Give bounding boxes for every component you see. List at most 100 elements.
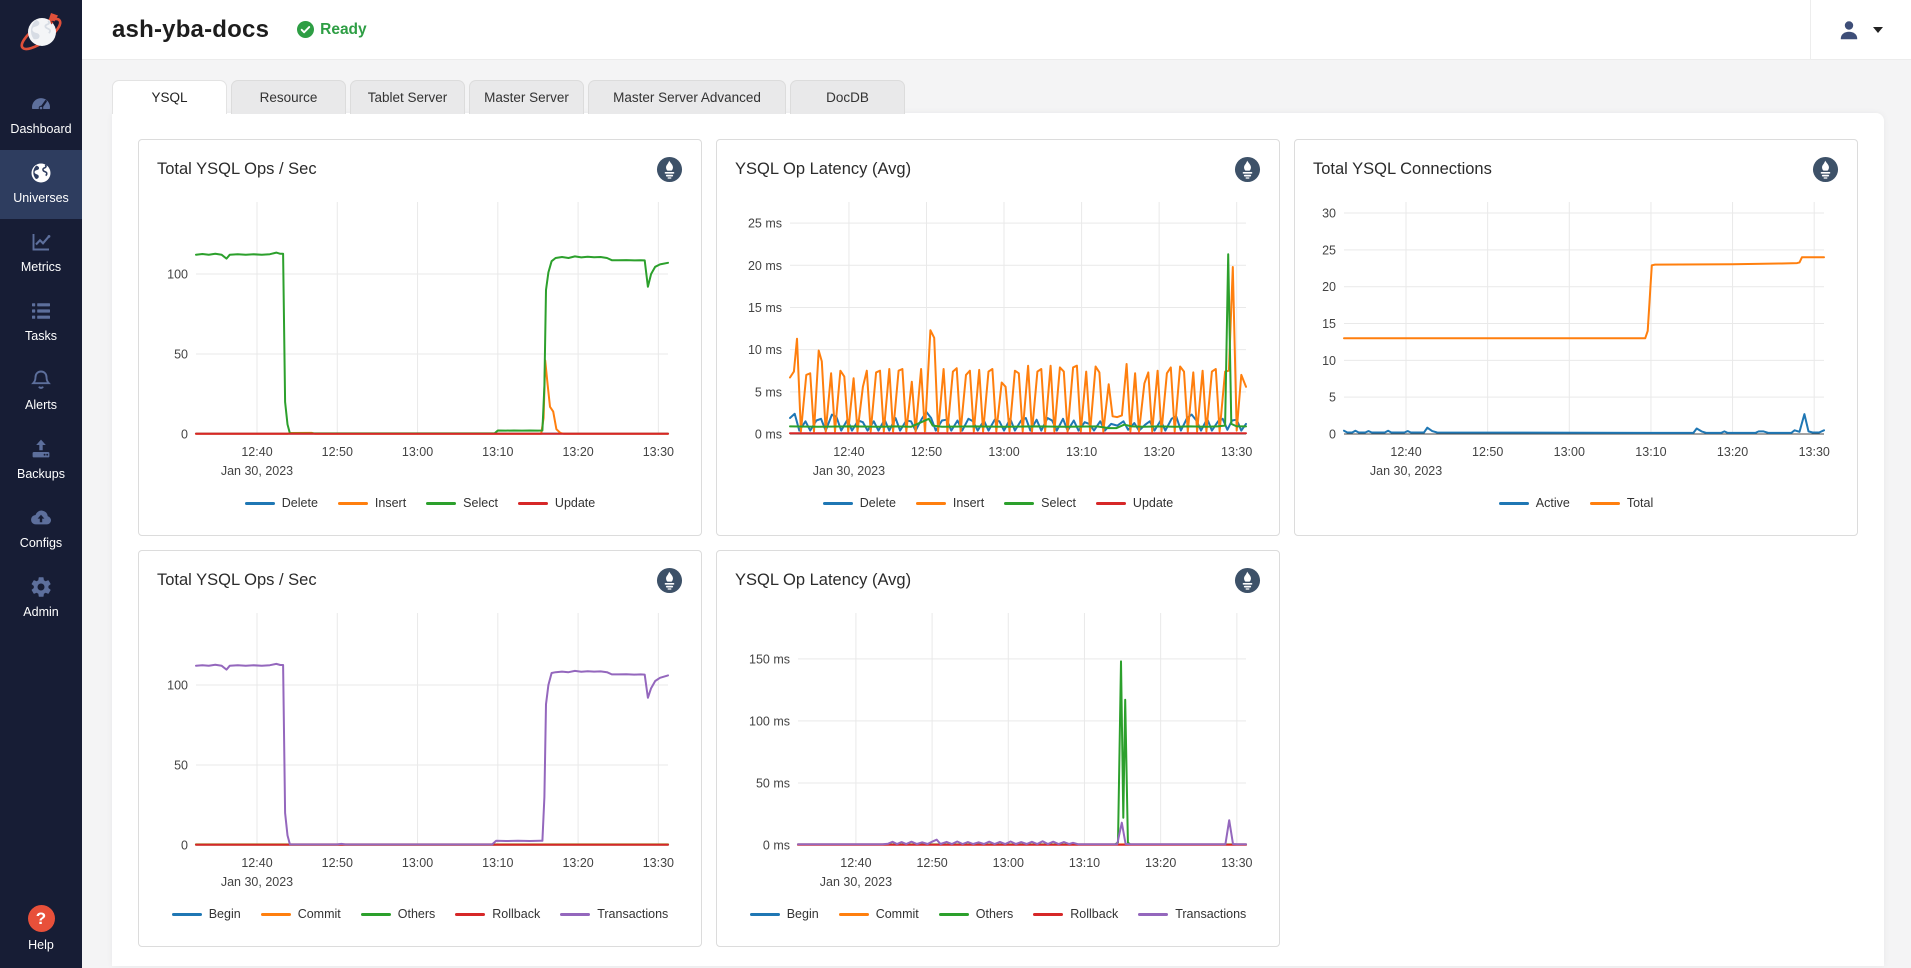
prometheus-icon[interactable]	[1812, 156, 1839, 188]
svg-text:12:40: 12:40	[1390, 445, 1421, 459]
prometheus-icon[interactable]	[1234, 156, 1261, 188]
sidebar-item-configs[interactable]: Configs	[0, 495, 82, 564]
svg-text:13:30: 13:30	[1799, 445, 1830, 459]
legend-swatch	[1033, 913, 1063, 916]
check-circle-icon	[297, 21, 314, 38]
legend-label: Commit	[298, 907, 341, 921]
configs-cloud-icon	[0, 506, 82, 530]
sidebar-item-label: Metrics	[21, 260, 61, 274]
legend-item-others[interactable]: Others	[939, 907, 1014, 921]
legend-item-begin[interactable]: Begin	[750, 907, 819, 921]
legend-swatch	[939, 913, 969, 916]
legend-swatch	[338, 502, 368, 505]
admin-gear-icon	[0, 575, 82, 599]
legend-item-select[interactable]: Select	[1004, 496, 1076, 510]
chart-legend: Begin Commit Others Rollback Transactions	[735, 907, 1261, 921]
chart-title: YSQL Op Latency (Avg)	[735, 567, 911, 590]
legend-item-transactions[interactable]: Transactions	[560, 907, 668, 921]
sidebar-nav: Dashboard Universes Metrics Tasks	[0, 81, 82, 633]
sidebar-item-admin[interactable]: Admin	[0, 564, 82, 633]
tab-docdb[interactable]: DocDB	[790, 80, 905, 114]
legend-label: Rollback	[1070, 907, 1118, 921]
svg-text:Jan 30, 2023: Jan 30, 2023	[820, 875, 892, 889]
yugabyte-logo-icon[interactable]	[14, 0, 68, 81]
tab-ysql[interactable]: YSQL	[112, 80, 227, 114]
legend-item-update[interactable]: Update	[1096, 496, 1173, 510]
svg-text:13:20: 13:20	[562, 445, 593, 459]
legend-item-commit[interactable]: Commit	[261, 907, 341, 921]
sidebar-item-backups[interactable]: Backups	[0, 426, 82, 495]
legend-item-commit[interactable]: Commit	[839, 907, 919, 921]
svg-text:13:20: 13:20	[562, 856, 593, 870]
legend-item-others[interactable]: Others	[361, 907, 436, 921]
legend-item-rollback[interactable]: Rollback	[455, 907, 540, 921]
tab-master-server[interactable]: Master Server	[469, 80, 584, 114]
svg-text:5 ms: 5 ms	[755, 385, 782, 399]
sidebar-item-alerts[interactable]: Alerts	[0, 357, 82, 426]
caret-down-icon	[1873, 27, 1883, 33]
legend-label: Begin	[787, 907, 819, 921]
svg-text:100: 100	[167, 268, 188, 282]
legend-item-transactions[interactable]: Transactions	[1138, 907, 1246, 921]
svg-text:0: 0	[1329, 428, 1336, 442]
universe-header: ash-yba-docs Ready	[82, 0, 1911, 60]
legend-swatch	[426, 502, 456, 505]
prometheus-icon[interactable]	[656, 567, 683, 599]
legend-item-begin[interactable]: Begin	[172, 907, 241, 921]
chart-title: Total YSQL Connections	[1313, 156, 1492, 179]
sidebar-item-label: Help	[28, 938, 54, 952]
svg-text:10: 10	[1322, 354, 1336, 368]
legend-label: Delete	[282, 496, 318, 510]
metrics-panel: Total YSQL Ops / Sec 05010012:40Jan 30, …	[112, 113, 1884, 966]
chart-ysql-op-latency: YSQL Op Latency (Avg) 0 ms5 ms10 ms15 ms…	[716, 139, 1280, 536]
legend-item-active[interactable]: Active	[1499, 496, 1570, 510]
legend-label: Insert	[953, 496, 984, 510]
prometheus-icon[interactable]	[656, 156, 683, 188]
sidebar-item-help[interactable]: ? Help	[28, 905, 55, 968]
svg-text:13:00: 13:00	[402, 445, 433, 459]
legend-item-rollback[interactable]: Rollback	[1033, 907, 1118, 921]
legend-item-delete[interactable]: Delete	[823, 496, 896, 510]
legend-swatch	[916, 502, 946, 505]
svg-text:10 ms: 10 ms	[748, 343, 782, 357]
legend-item-insert[interactable]: Insert	[916, 496, 984, 510]
sidebar-item-label: Tasks	[25, 329, 57, 343]
user-icon	[1837, 18, 1861, 42]
svg-text:13:30: 13:30	[1221, 856, 1252, 870]
legend-label: Insert	[375, 496, 406, 510]
tab-master-server-advanced[interactable]: Master Server Advanced	[588, 80, 786, 114]
help-question-icon: ?	[28, 905, 55, 932]
legend-swatch	[1138, 913, 1168, 916]
sidebar-item-label: Alerts	[25, 398, 57, 412]
line-chart-plot: 05010012:40Jan 30, 202312:5013:0013:1013…	[158, 192, 682, 490]
svg-text:12:40: 12:40	[241, 856, 272, 870]
sidebar-item-metrics[interactable]: Metrics	[0, 219, 82, 288]
svg-text:15 ms: 15 ms	[748, 301, 782, 315]
chart-legend: Begin Commit Others Rollback Transactions	[157, 907, 683, 921]
svg-text:50: 50	[174, 348, 188, 362]
legend-item-insert[interactable]: Insert	[338, 496, 406, 510]
tab-tablet-server[interactable]: Tablet Server	[350, 80, 465, 114]
chart-total-ysql-connections: Total YSQL Connections 05101520253012:40…	[1294, 139, 1858, 536]
svg-text:50: 50	[174, 759, 188, 773]
legend-swatch	[455, 913, 485, 916]
legend-item-update[interactable]: Update	[518, 496, 595, 510]
svg-text:Jan 30, 2023: Jan 30, 2023	[221, 464, 293, 478]
chart-ysql-transaction-latency: YSQL Op Latency (Avg) 0 ms50 ms100 ms150…	[716, 550, 1280, 947]
legend-swatch	[1499, 502, 1529, 505]
sidebar-item-universes[interactable]: Universes	[0, 150, 82, 219]
legend-item-delete[interactable]: Delete	[245, 496, 318, 510]
svg-text:13:00: 13:00	[402, 856, 433, 870]
prometheus-icon[interactable]	[1234, 567, 1261, 599]
svg-text:20 ms: 20 ms	[748, 259, 782, 273]
legend-item-total[interactable]: Total	[1590, 496, 1653, 510]
sidebar-item-dashboard[interactable]: Dashboard	[0, 81, 82, 150]
sidebar-item-tasks[interactable]: Tasks	[0, 288, 82, 357]
legend-label: Total	[1627, 496, 1653, 510]
tab-resource[interactable]: Resource	[231, 80, 346, 114]
legend-label: Select	[463, 496, 498, 510]
user-menu[interactable]	[1810, 0, 1897, 60]
legend-item-select[interactable]: Select	[426, 496, 498, 510]
universe-globe-icon	[0, 161, 82, 185]
legend-swatch	[1004, 502, 1034, 505]
